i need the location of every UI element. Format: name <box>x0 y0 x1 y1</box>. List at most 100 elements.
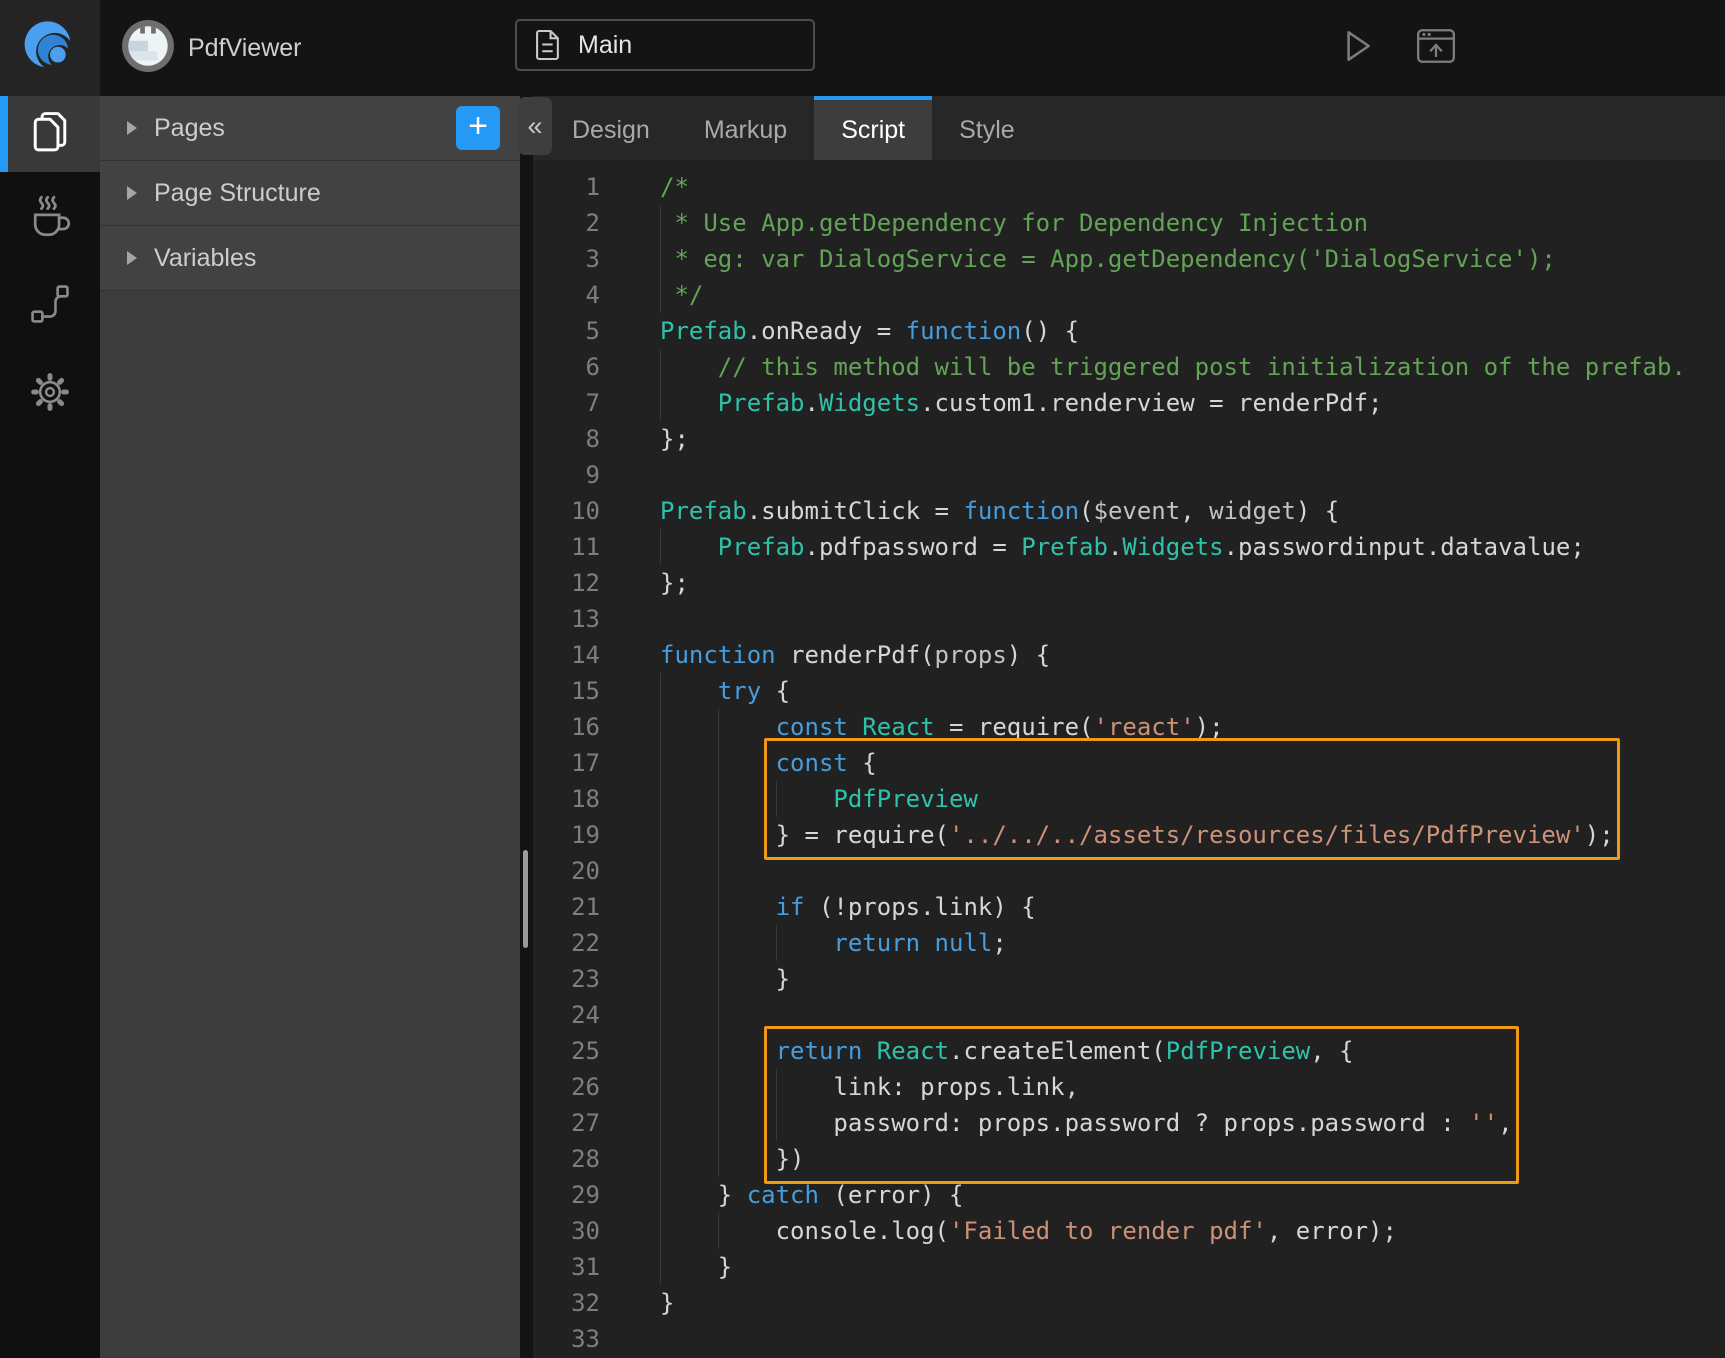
panel-scrollbar[interactable] <box>523 850 528 948</box>
code-text: }; <box>660 565 689 601</box>
code-text: function renderPdf(props) { <box>660 637 1050 673</box>
editor-region: Design Markup Script Style 1 /*2 * Use Ap… <box>533 96 1725 1358</box>
code-line: 27 password: props.password ? props.pass… <box>533 1105 1725 1141</box>
code-text: */ <box>660 277 703 313</box>
code-line: 3 * eg: var DialogService = App.getDepen… <box>533 241 1725 277</box>
play-icon <box>1337 27 1375 65</box>
code-line: 8}; <box>533 421 1725 457</box>
code-text: /* <box>660 169 689 205</box>
line-number: 21 <box>533 889 600 925</box>
main-page-label: Main <box>578 31 632 60</box>
code-line: 9 <box>533 457 1725 493</box>
line-number: 27 <box>533 1105 600 1141</box>
page-title: PdfViewer <box>188 0 302 96</box>
code-line: 31 } <box>533 1249 1725 1285</box>
code-line: 16 const React = require('react'); <box>533 709 1725 745</box>
section-page-structure[interactable]: Page Structure <box>100 161 520 226</box>
code-line: 5Prefab.onReady = function() { <box>533 313 1725 349</box>
chevron-right-icon <box>127 251 137 265</box>
line-number: 7 <box>533 385 600 421</box>
code-line: 21 if (!props.link) { <box>533 889 1725 925</box>
pages-icon <box>27 109 73 159</box>
code-text: return null; <box>660 925 1007 961</box>
code-text: } = require('../../../assets/resources/f… <box>660 817 1614 853</box>
line-number: 1 <box>533 169 600 205</box>
section-page-structure-label: Page Structure <box>154 179 321 208</box>
rail-item-settings[interactable] <box>0 348 100 436</box>
line-number: 6 <box>533 349 600 385</box>
line-number: 22 <box>533 925 600 961</box>
code-line: 28 }) <box>533 1141 1725 1177</box>
wavemaker-logo-icon <box>21 19 79 77</box>
collapse-panel-button[interactable]: « <box>518 97 552 155</box>
line-number: 30 <box>533 1213 600 1249</box>
line-number: 17 <box>533 745 600 781</box>
section-variables[interactable]: Variables <box>100 226 520 291</box>
activity-bar <box>0 96 100 1358</box>
code-text: link: props.link, <box>660 1069 1079 1105</box>
section-pages[interactable]: Pages + <box>100 96 520 161</box>
document-icon <box>535 29 562 61</box>
code-text: * Use App.getDependency for Dependency I… <box>660 205 1368 241</box>
code-line: 1 /* <box>533 169 1725 205</box>
add-page-button[interactable]: + <box>456 106 500 150</box>
code-line: 6 // this method will be triggered post … <box>533 349 1725 385</box>
code-text: return React.createElement(PdfPreview, { <box>660 1033 1354 1069</box>
code-line: 10Prefab.submitClick = function($event, … <box>533 493 1725 529</box>
code-line: 25 return React.createElement(PdfPreview… <box>533 1033 1725 1069</box>
code-text: } <box>660 961 790 997</box>
code-line: 2 * Use App.getDependency for Dependency… <box>533 205 1725 241</box>
line-number: 23 <box>533 961 600 997</box>
top-bar: PdfViewer Main <box>0 0 1725 96</box>
rail-item-pages[interactable] <box>0 96 100 172</box>
code-text: Prefab.pdfpassword = Prefab.Widgets.pass… <box>660 529 1585 565</box>
code-text: password: props.password ? props.passwor… <box>660 1105 1513 1141</box>
section-variables-label: Variables <box>154 244 256 273</box>
wavemaker-logo[interactable] <box>0 0 100 96</box>
line-number: 16 <box>533 709 600 745</box>
tab-style[interactable]: Style <box>932 96 1042 160</box>
line-number: 13 <box>533 601 600 637</box>
line-number: 20 <box>533 853 600 889</box>
code-text: }) <box>660 1141 805 1177</box>
code-text: } <box>660 1285 674 1321</box>
code-editor[interactable]: 1 /*2 * Use App.getDependency for Depende… <box>533 160 1725 1358</box>
code-text: }; <box>660 421 689 457</box>
code-text: try { <box>660 673 790 709</box>
code-text: PdfPreview <box>660 781 978 817</box>
run-preview-button[interactable] <box>1334 24 1378 68</box>
tab-design[interactable]: Design <box>545 96 677 160</box>
line-number: 29 <box>533 1177 600 1213</box>
code-line: 20 <box>533 853 1725 889</box>
line-number: 9 <box>533 457 600 493</box>
preview-in-window-icon <box>1415 25 1457 67</box>
line-number: 31 <box>533 1249 600 1285</box>
line-number: 18 <box>533 781 600 817</box>
code-text: } <box>660 1249 732 1285</box>
line-number: 24 <box>533 997 600 1033</box>
prefab-avatar-icon <box>121 19 175 73</box>
line-number: 14 <box>533 637 600 673</box>
line-number: 32 <box>533 1285 600 1321</box>
line-number: 4 <box>533 277 600 313</box>
tab-script[interactable]: Script <box>814 96 932 160</box>
gear-icon <box>26 368 74 416</box>
code-line: 11 Prefab.pdfpassword = Prefab.Widgets.p… <box>533 529 1725 565</box>
code-text: Prefab.submitClick = function($event, wi… <box>660 493 1339 529</box>
open-in-window-button[interactable] <box>1414 24 1458 68</box>
section-pages-label: Pages <box>154 114 225 143</box>
indent-guide <box>718 853 719 889</box>
rail-item-bindings[interactable] <box>0 260 100 348</box>
chevron-right-icon <box>127 186 137 200</box>
code-text: Prefab.Widgets.custom1.renderview = rend… <box>660 385 1382 421</box>
code-line: 23 } <box>533 961 1725 997</box>
tab-markup[interactable]: Markup <box>677 96 814 160</box>
code-line: 26 link: props.link, <box>533 1069 1725 1105</box>
code-line: 7 Prefab.Widgets.custom1.renderview = re… <box>533 385 1725 421</box>
chevron-right-icon <box>127 121 137 135</box>
line-number: 25 <box>533 1033 600 1069</box>
main-page-button[interactable]: Main <box>515 19 815 71</box>
indent-guide <box>660 853 661 889</box>
rail-item-java-services[interactable] <box>0 172 100 260</box>
code-line: 18 PdfPreview <box>533 781 1725 817</box>
